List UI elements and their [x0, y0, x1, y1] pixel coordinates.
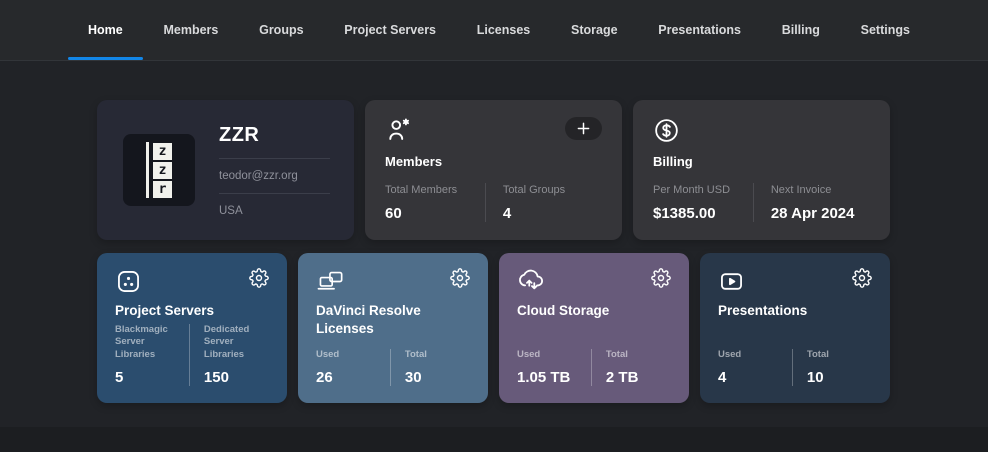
nav-tab-project-servers[interactable]: Project Servers — [344, 0, 436, 60]
tile-title: DaVinci Resolve Licenses — [316, 303, 421, 336]
tile-stats: Blackmagic Server Libraries 5 Dedicated … — [115, 323, 269, 386]
stat-value: 30 — [404, 369, 422, 386]
davinci-licenses-settings-button[interactable] — [450, 268, 470, 288]
stat-label: Total — [806, 349, 829, 361]
logo-tiles: z z r — [153, 142, 172, 198]
presentations-settings-button[interactable] — [852, 268, 872, 288]
servers-icon — [115, 268, 142, 295]
gear-icon — [651, 268, 671, 288]
stat-label: Dedicated Server Libraries — [203, 323, 250, 361]
davinci-licenses-tile: DaVinci Resolve Licenses Used 26 Total 3… — [298, 253, 488, 403]
presentation-play-icon — [718, 268, 745, 295]
divider — [219, 157, 330, 159]
bottom-strip — [0, 427, 988, 452]
tile-stats: Used 26 Total 30 — [316, 349, 470, 386]
stat-used: Used 1.05 TB — [517, 349, 591, 386]
cloud-storage-tile: Cloud Storage Used 1.05 TB Total 2 TB — [499, 253, 689, 403]
plus-icon — [577, 122, 590, 135]
stat-total: Total 30 — [391, 349, 470, 386]
org-info: ZZR teodor@zzr.org USA — [219, 124, 330, 217]
nav-tab-members[interactable]: Members — [163, 0, 218, 60]
nav-tab-licenses[interactable]: Licenses — [477, 0, 531, 60]
project-servers-settings-button[interactable] — [249, 268, 269, 288]
summary-row: z z r ZZR teodor@zzr.org USA Members Tot… — [97, 100, 891, 240]
stat-value: 10 — [806, 369, 824, 386]
stat-total-groups: Total Groups 4 — [486, 183, 602, 222]
zzr-logo: z z r — [123, 134, 195, 206]
org-profile-card: z z r ZZR teodor@zzr.org USA — [97, 100, 354, 240]
org-email: teodor@zzr.org — [219, 169, 298, 182]
service-tiles-row: Project Servers Blackmagic Server Librar… — [97, 253, 891, 403]
stat-label: Blackmagic Server Libraries — [115, 323, 168, 361]
stat-used: Used 26 — [316, 349, 390, 386]
divider — [219, 192, 330, 194]
members-card: Members Total Members 60 Total Groups 4 — [365, 100, 622, 240]
cloud-storage-settings-button[interactable] — [651, 268, 671, 288]
tile-title: Presentations — [718, 303, 808, 318]
stat-label: Per Month USD — [653, 183, 731, 196]
stat-label: Used — [718, 349, 742, 361]
dashboard-content: z z r ZZR teodor@zzr.org USA Members Tot… — [0, 61, 988, 403]
tile-stats: Used 4 Total 10 — [718, 349, 872, 386]
nav-tab-home[interactable]: Home — [68, 0, 143, 60]
stat-value: $1385.00 — [653, 205, 716, 222]
stat-label: Total Members — [385, 183, 458, 196]
logo-letter: z — [153, 161, 172, 179]
logo-letter: r — [153, 180, 172, 198]
billing-card-title: Billing — [653, 154, 693, 169]
stat-value: 2 TB — [605, 369, 639, 386]
members-card-title: Members — [385, 154, 443, 169]
org-country: USA — [219, 204, 243, 217]
stat-label: Total Groups — [502, 183, 566, 196]
tile-stats: Used 1.05 TB Total 2 TB — [517, 349, 671, 386]
stat-value: 5 — [115, 369, 124, 386]
stat-label: Total — [605, 349, 628, 361]
top-navigation: Home Members Groups Project Servers Lice… — [0, 0, 988, 61]
stat-label: Used — [316, 349, 340, 361]
cloud-sync-icon — [517, 268, 546, 295]
billing-card: Billing Per Month USD $1385.00 Next Invo… — [633, 100, 890, 240]
nav-tab-billing[interactable]: Billing — [782, 0, 820, 60]
stat-per-month: Per Month USD $1385.00 — [653, 183, 753, 222]
logo-letter: z — [153, 142, 172, 160]
stat-value: 4 — [502, 205, 512, 222]
stat-label: Used — [517, 349, 541, 361]
nav-tab-settings[interactable]: Settings — [861, 0, 910, 60]
org-name: ZZR — [219, 123, 260, 146]
presentations-tile: Presentations Used 4 Total 10 — [700, 253, 890, 403]
stat-value: 4 — [718, 369, 727, 386]
stat-value: 28 Apr 2024 — [770, 205, 855, 222]
stat-dedicated-libraries: Dedicated Server Libraries 150 — [190, 324, 269, 386]
gear-icon — [450, 268, 470, 288]
nav-tab-storage[interactable]: Storage — [571, 0, 618, 60]
gear-icon — [249, 268, 269, 288]
stat-label: Next Invoice — [770, 183, 832, 196]
stat-blackmagic-libraries: Blackmagic Server Libraries 5 — [115, 324, 189, 386]
nav-tab-presentations[interactable]: Presentations — [658, 0, 741, 60]
dollar-circle-icon — [653, 117, 680, 144]
add-member-button[interactable] — [565, 117, 602, 140]
tile-title: Project Servers — [115, 303, 215, 318]
stat-label: Total — [404, 349, 427, 361]
logo-bar — [146, 142, 149, 198]
project-servers-tile: Project Servers Blackmagic Server Librar… — [97, 253, 287, 403]
devices-icon — [316, 268, 345, 295]
stat-value: 1.05 TB — [517, 369, 571, 386]
stat-value: 150 — [203, 369, 229, 386]
billing-stats: Per Month USD $1385.00 Next Invoice 28 A… — [653, 182, 870, 222]
stat-used: Used 4 — [718, 349, 792, 386]
stat-value: 26 — [316, 369, 333, 386]
user-add-icon — [385, 117, 412, 144]
nav-tab-groups[interactable]: Groups — [259, 0, 303, 60]
stat-total: Total 2 TB — [592, 349, 671, 386]
tile-title: Cloud Storage — [517, 303, 610, 318]
stat-next-invoice: Next Invoice 28 Apr 2024 — [754, 183, 870, 222]
members-stats: Total Members 60 Total Groups 4 — [385, 182, 602, 222]
stat-total-members: Total Members 60 — [385, 183, 485, 222]
stat-total: Total 10 — [793, 349, 872, 386]
gear-icon — [852, 268, 872, 288]
stat-value: 60 — [385, 205, 402, 222]
